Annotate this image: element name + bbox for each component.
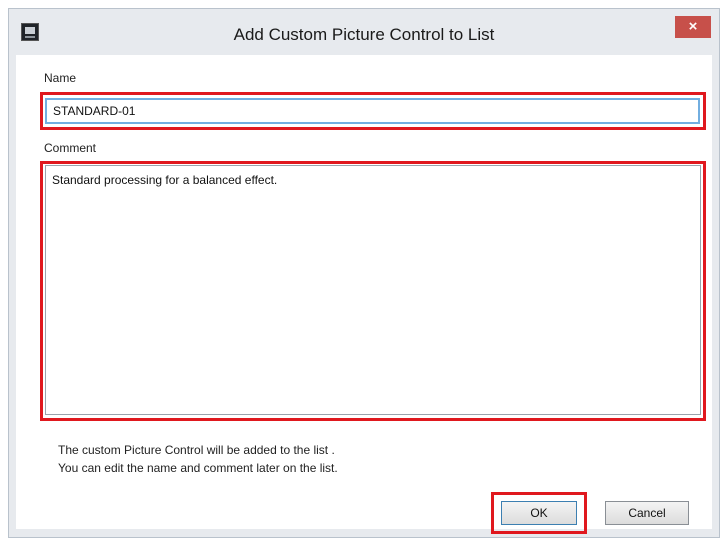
title-bar[interactable]: Add Custom Picture Control to List × xyxy=(9,9,719,57)
ok-button[interactable]: OK xyxy=(501,501,577,525)
close-button[interactable]: × xyxy=(675,16,711,38)
cancel-button[interactable]: Cancel xyxy=(605,501,689,525)
comment-label: Comment xyxy=(44,141,97,155)
window-title: Add Custom Picture Control to List xyxy=(233,25,495,44)
name-label: Name xyxy=(44,71,77,85)
dialog-content: Name Comment Standard processing for a b… xyxy=(16,55,712,534)
info-text-line-1: The custom Picture Control will be added… xyxy=(58,443,335,457)
dialog-window: Add Custom Picture Control to List × Nam… xyxy=(8,8,720,538)
info-text-line-2: You can edit the name and comment later … xyxy=(58,461,338,475)
comment-textarea[interactable]: Standard processing for a balanced effec… xyxy=(45,165,701,415)
name-input[interactable] xyxy=(45,98,700,124)
